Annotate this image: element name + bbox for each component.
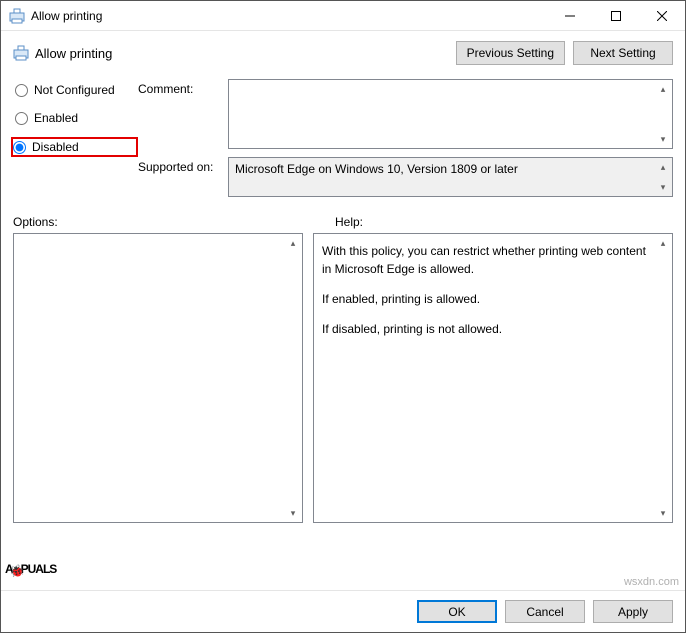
titlebar: Allow printing [1, 1, 685, 31]
scroll-down-icon[interactable]: ▾ [656, 180, 670, 194]
scroll-down-icon[interactable]: ▾ [656, 506, 670, 520]
bug-icon: 🐞 [10, 564, 24, 578]
policy-icon [9, 8, 25, 24]
state-radios: Not Configured Enabled Disabled [13, 79, 138, 205]
window-title: Allow printing [31, 9, 547, 23]
options-panel[interactable]: ▴ ▾ [13, 233, 303, 523]
policy-icon [13, 45, 29, 61]
scroll-down-icon[interactable]: ▾ [286, 506, 300, 520]
radio-disabled[interactable]: Disabled [11, 137, 138, 157]
scroll-up-icon[interactable]: ▴ [656, 160, 670, 174]
panels-row: ▴ ▾ With this policy, you can restrict w… [1, 233, 685, 523]
help-paragraph: If disabled, printing is not allowed. [322, 320, 652, 338]
radio-not-configured-input[interactable] [15, 84, 28, 97]
header-title: Allow printing [35, 46, 448, 61]
options-label: Options: [13, 215, 335, 229]
help-paragraph: If enabled, printing is allowed. [322, 290, 652, 308]
help-panel[interactable]: With this policy, you can restrict wheth… [313, 233, 673, 523]
radio-label: Not Configured [34, 83, 115, 97]
scroll-down-icon[interactable]: ▾ [656, 132, 670, 146]
cancel-button[interactable]: Cancel [505, 600, 585, 623]
config-section: Not Configured Enabled Disabled Comment:… [1, 71, 685, 205]
header-row: Allow printing Previous Setting Next Set… [1, 31, 685, 71]
radio-enabled[interactable]: Enabled [13, 109, 138, 127]
comment-label: Comment: [138, 79, 228, 149]
radio-label: Disabled [32, 140, 79, 154]
window-controls [547, 1, 685, 30]
help-paragraph: With this policy, you can restrict wheth… [322, 242, 652, 278]
panel-labels: Options: Help: [1, 205, 685, 233]
radio-enabled-input[interactable] [15, 112, 28, 125]
supported-row: Supported on: Microsoft Edge on Windows … [138, 157, 673, 197]
scroll-up-icon[interactable]: ▴ [656, 236, 670, 250]
help-label: Help: [335, 215, 363, 229]
radio-label: Enabled [34, 111, 78, 125]
radio-disabled-input[interactable] [13, 141, 26, 154]
comment-textarea[interactable]: ▴ ▾ [228, 79, 673, 149]
fields-column: Comment: ▴ ▾ Supported on: Microsoft Edg… [138, 79, 673, 205]
watermark-logo: A🐞PUALS [5, 543, 56, 582]
minimize-button[interactable] [547, 1, 593, 30]
supported-value: Microsoft Edge on Windows 10, Version 18… [229, 158, 672, 180]
scroll-up-icon[interactable]: ▴ [656, 82, 670, 96]
ok-button[interactable]: OK [417, 600, 497, 623]
maximize-button[interactable] [593, 1, 639, 30]
options-content [14, 234, 302, 250]
comment-row: Comment: ▴ ▾ [138, 79, 673, 149]
apply-button[interactable]: Apply [593, 600, 673, 623]
radio-not-configured[interactable]: Not Configured [13, 81, 138, 99]
dialog-buttons: OK Cancel Apply [1, 590, 685, 632]
previous-setting-button[interactable]: Previous Setting [456, 41, 565, 65]
scroll-up-icon[interactable]: ▴ [286, 236, 300, 250]
next-setting-button[interactable]: Next Setting [573, 41, 673, 65]
watermark-url: wsxdn.com [624, 576, 679, 588]
comment-value [229, 80, 672, 88]
help-content: With this policy, you can restrict wheth… [314, 234, 672, 358]
supported-textarea: Microsoft Edge on Windows 10, Version 18… [228, 157, 673, 197]
close-button[interactable] [639, 1, 685, 30]
supported-label: Supported on: [138, 157, 228, 197]
